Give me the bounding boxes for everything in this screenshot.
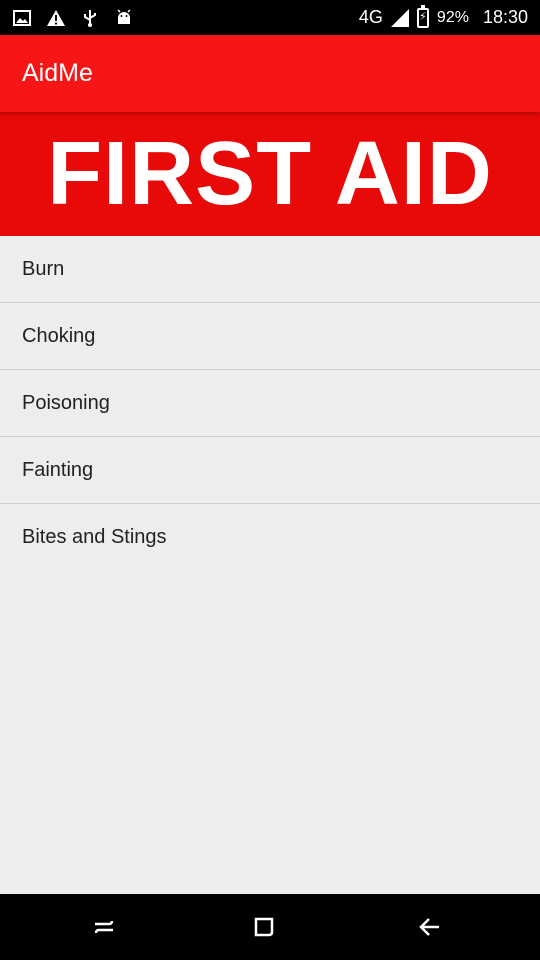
usb-icon [80,8,100,28]
back-arrow-icon [419,918,439,936]
status-bar: 4G ⚡ 92% 18:30 [0,0,540,35]
list-item-bites-and-stings[interactable]: Bites and Stings [0,504,540,571]
image-icon [12,8,32,28]
topic-list: Burn Choking Poisoning Fainting Bites an… [0,236,540,571]
battery-percent: 92% [436,8,469,26]
warning-icon [46,8,66,28]
home-icon [254,917,274,937]
home-button[interactable] [234,894,294,960]
banner-title: FIRST AID [47,123,493,224]
status-notifications [12,0,134,35]
android-debug-icon [114,8,134,28]
list-item-fainting[interactable]: Fainting [0,437,540,504]
back-button[interactable] [400,894,460,960]
app-bar: AidMe [0,35,540,112]
network-type: 4G [358,7,383,27]
recent-apps-button[interactable] [74,894,134,960]
navigation-bar [0,894,540,960]
app-title: AidMe [22,59,93,87]
list-item-choking[interactable]: Choking [0,303,540,370]
list-item-burn[interactable]: Burn [0,236,540,303]
clock: 18:30 [482,7,528,27]
status-system: 4G ⚡ 92% 18:30 [359,0,528,35]
recent-apps-icon [94,920,114,934]
list-item-poisoning[interactable]: Poisoning [0,370,540,437]
signal-icon [390,8,409,27]
battery-icon: ⚡ [416,4,429,28]
first-aid-banner: FIRST AID [0,112,540,236]
